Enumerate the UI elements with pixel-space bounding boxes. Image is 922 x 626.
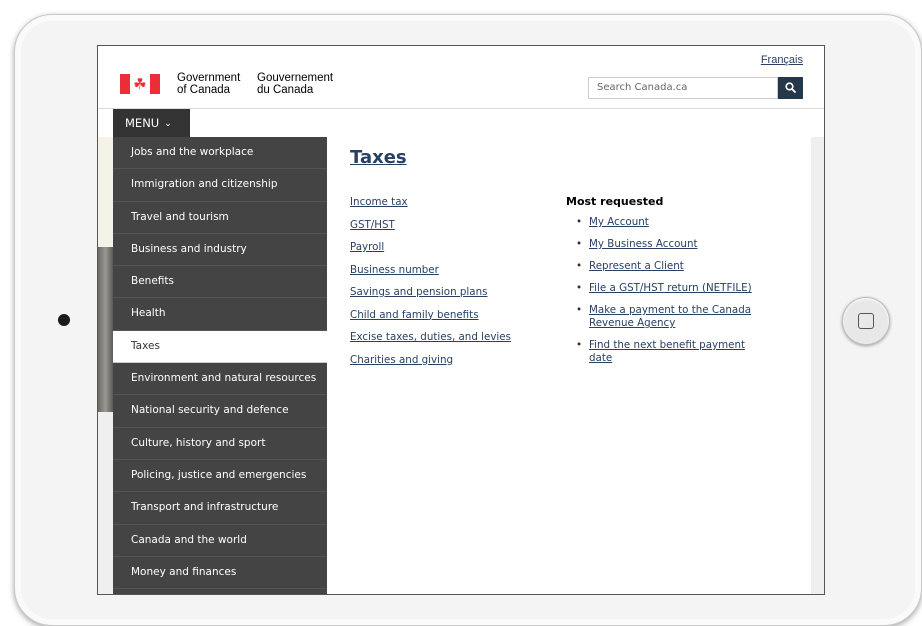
taxes-link-list: Income tax GST/HST Payroll Business numb… (350, 196, 511, 376)
bullet: • (576, 216, 583, 228)
link-business-number[interactable]: Business number (350, 264, 511, 287)
bullet: • (576, 339, 583, 351)
bullet: • (576, 282, 583, 294)
menu-label: MENU (125, 116, 160, 130)
page-title[interactable]: Taxes (350, 147, 407, 168)
wordmark-en-line1: Government (177, 72, 241, 84)
sidebar-item-taxes[interactable]: Taxes (113, 330, 327, 364)
link-represent-client[interactable]: Represent a Client (589, 260, 684, 272)
wordmark-english[interactable]: Government of Canada (177, 72, 240, 96)
sidebar-item-culture[interactable]: Culture, history and sport (113, 428, 327, 460)
menu-button[interactable]: MENU ⌄ (113, 109, 190, 137)
list-item[interactable]: • Make a payment to the Canada Revenue A… (566, 304, 786, 330)
link-income-tax[interactable]: Income tax (350, 196, 511, 219)
sidebar-item-money[interactable]: Money and finances (113, 557, 327, 590)
home-square-icon (858, 313, 874, 329)
home-button[interactable] (842, 297, 890, 345)
sidebar-item-security[interactable]: National security and defence (113, 395, 327, 428)
header-divider (98, 108, 824, 109)
sidebar-item-jobs[interactable]: Jobs and the workplace (113, 137, 327, 170)
sidebar-item-travel[interactable]: Travel and tourism (113, 202, 327, 234)
link-next-benefit-line1[interactable]: Find the next benefit payment (589, 339, 745, 351)
flag-bar-left (120, 74, 130, 94)
most-requested: Most requested • My Account • My Busines… (566, 195, 786, 374)
sidebar-item-benefits[interactable]: Benefits (113, 266, 327, 299)
link-gst-hst[interactable]: GST/HST (350, 219, 511, 242)
background-photo-left (98, 247, 113, 412)
list-item[interactable]: • Represent a Client (566, 260, 786, 273)
list-item[interactable]: • File a GST/HST return (NETFILE) (566, 282, 786, 295)
search-button[interactable] (778, 77, 803, 99)
sidebar-item-health[interactable]: Health (113, 298, 327, 331)
sidebar-item-transport[interactable]: Transport and infrastructure (113, 492, 327, 525)
sidebar-item-business[interactable]: Business and industry (113, 234, 327, 267)
wordmark-french[interactable]: Gouvernement du Canada (257, 72, 333, 96)
flag-leaf: ☘ (130, 74, 150, 94)
wordmark-en-line2: of Canada (177, 84, 231, 96)
chevron-down-icon: ⌄ (164, 119, 172, 129)
link-savings-pension[interactable]: Savings and pension plans (350, 286, 511, 309)
link-my-account[interactable]: My Account (589, 216, 649, 228)
wordmark-fr-line2: du Canada (257, 84, 314, 96)
list-item[interactable]: • My Business Account (566, 238, 786, 251)
language-toggle-link[interactable]: Français (761, 54, 803, 66)
link-make-payment-line2[interactable]: Revenue Agency (589, 317, 675, 329)
sidebar-item-policing[interactable]: Policing, justice and emergencies (113, 460, 327, 493)
list-item[interactable]: • My Account (566, 216, 786, 229)
link-my-business-account[interactable]: My Business Account (589, 238, 698, 250)
search-input[interactable]: Search Canada.ca (588, 77, 778, 99)
sidebar-item-immigration[interactable]: Immigration and citizenship (113, 169, 327, 202)
maple-leaf-icon: ☘ (120, 74, 160, 94)
taxes-panel: Taxes Income tax GST/HST Payroll Busines… (327, 137, 811, 594)
bullet: • (576, 304, 583, 316)
link-make-payment-line1[interactable]: Make a payment to the Canada (589, 304, 751, 316)
wordmark-fr-line1: Gouvernement (257, 72, 334, 84)
link-payroll[interactable]: Payroll (350, 241, 511, 264)
link-child-family-benefits[interactable]: Child and family benefits (350, 309, 511, 332)
link-charities[interactable]: Charities and giving (350, 354, 511, 377)
sidebar-item-canada-world[interactable]: Canada and the world (113, 525, 327, 557)
browser-screen: Français ☘ Government of Canada Gouverne… (97, 45, 825, 595)
list-item[interactable]: • Find the next benefit payment date (566, 339, 786, 365)
right-rail (811, 137, 824, 594)
topics-sidebar: Jobs and the workplace Immigration and c… (113, 137, 327, 594)
link-file-gst-hst[interactable]: File a GST/HST return (NETFILE) (589, 282, 752, 294)
camera-icon (58, 314, 70, 326)
bullet: • (576, 238, 583, 250)
flag-bar-right (150, 74, 160, 94)
most-requested-heading: Most requested (566, 195, 664, 208)
magnifier-icon (785, 82, 796, 93)
site-header: Français ☘ Government of Canada Gouverne… (98, 46, 824, 108)
link-excise-taxes[interactable]: Excise taxes, duties, and levies (350, 331, 511, 354)
bullet: • (576, 260, 583, 272)
sidebar-item-environment[interactable]: Environment and natural resources (113, 363, 327, 396)
link-next-benefit-line2[interactable]: date (589, 352, 612, 364)
